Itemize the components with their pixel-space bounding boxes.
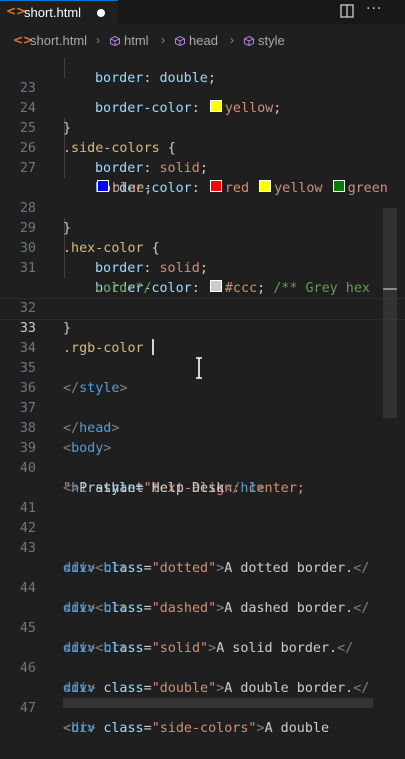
code-line-31-wrap: color*/	[95, 281, 152, 296]
more-actions-icon[interactable]: ···	[366, 1, 382, 17]
code-line-29: 29 .hex-color {	[19, 221, 160, 256]
code-line-45-wrap: div><br>	[63, 641, 128, 656]
code-line-46-wrap: div>	[63, 681, 96, 696]
code-line-31: 31 border-color: #ccc; /** Grey hex	[19, 261, 370, 296]
breadcrumb-item-html[interactable]: html	[124, 33, 149, 48]
split-editor-icon[interactable]	[340, 4, 354, 18]
tab-title: short.html	[24, 5, 82, 20]
code-line-38: 38 <body>	[19, 421, 112, 456]
code-line-27-wrap: blue;	[0, 159, 405, 196]
code-line-44: 44 <div class="dashed">A dashed border.<…	[19, 581, 370, 616]
chevron-right-icon: ›	[161, 33, 165, 47]
code-line-33-current[interactable]: 33 .rgb-color	[0, 298, 405, 356]
code-line-25: 25 .side-colors {	[19, 121, 176, 156]
breadcrumb-item-head[interactable]: head	[189, 33, 218, 48]
code-line-34: 34	[19, 341, 36, 356]
editor-tab-short-html[interactable]: <> short.html	[0, 0, 118, 24]
scrollbar-cursor-marker	[383, 288, 397, 290]
code-line-43-wrap: div><br>	[63, 561, 128, 576]
code-line-46: 46 <div class="double">A double border.<…	[19, 661, 370, 696]
code-line-23: 23 border-color: yellow;	[19, 81, 282, 116]
breadcrumb-item-file[interactable]: short.html	[30, 33, 87, 48]
unsaved-indicator-icon[interactable]	[97, 9, 105, 17]
code-line-30: 30 border: solid;	[19, 241, 208, 276]
code-line-45: 45 <div class="solid">A solid border.</	[19, 621, 354, 656]
tab-bar: <> short.html ···	[0, 0, 405, 24]
symbol-cube-icon	[244, 36, 254, 46]
code-line-35: 35 </style>	[19, 361, 128, 396]
code-editor[interactable]: border: double; 23 border-color: yellow;…	[0, 58, 405, 736]
symbol-cube-icon	[175, 36, 185, 46]
chevron-right-icon: ›	[96, 33, 100, 47]
code-line-43: 43 <div class="dotted">A dotted border.<…	[19, 541, 370, 576]
horizontal-scrollbar[interactable]	[63, 698, 373, 708]
code-line-41: 41	[19, 501, 36, 516]
chevron-right-icon: ›	[230, 33, 234, 47]
code-line-44-wrap: div><br>	[63, 601, 128, 616]
code-line-39: 39	[19, 441, 36, 456]
code-line-37: 37 </head>	[19, 401, 120, 436]
breadcrumb-item-style[interactable]: style	[258, 33, 285, 48]
vertical-scrollbar[interactable]	[383, 208, 397, 418]
code-line-47: 47 <br>	[19, 701, 96, 736]
ibeam-cursor-icon	[196, 357, 202, 379]
code-line-26: 26 border: solid;	[19, 141, 208, 176]
code-line-32: 32 }	[19, 301, 72, 336]
code-line-27: 27 border-color: red yellow green	[19, 161, 388, 196]
code-line-24: 24 }	[19, 101, 72, 136]
code-line-40: 40 <h1 style="text-align: center;	[19, 461, 305, 496]
code-line-28: 28 }	[19, 201, 72, 236]
code-line-40-wrap: ">Prashant Help Desk</h1>	[63, 481, 265, 496]
symbol-cube-icon	[110, 36, 120, 46]
code-line-42: 42	[19, 521, 36, 536]
